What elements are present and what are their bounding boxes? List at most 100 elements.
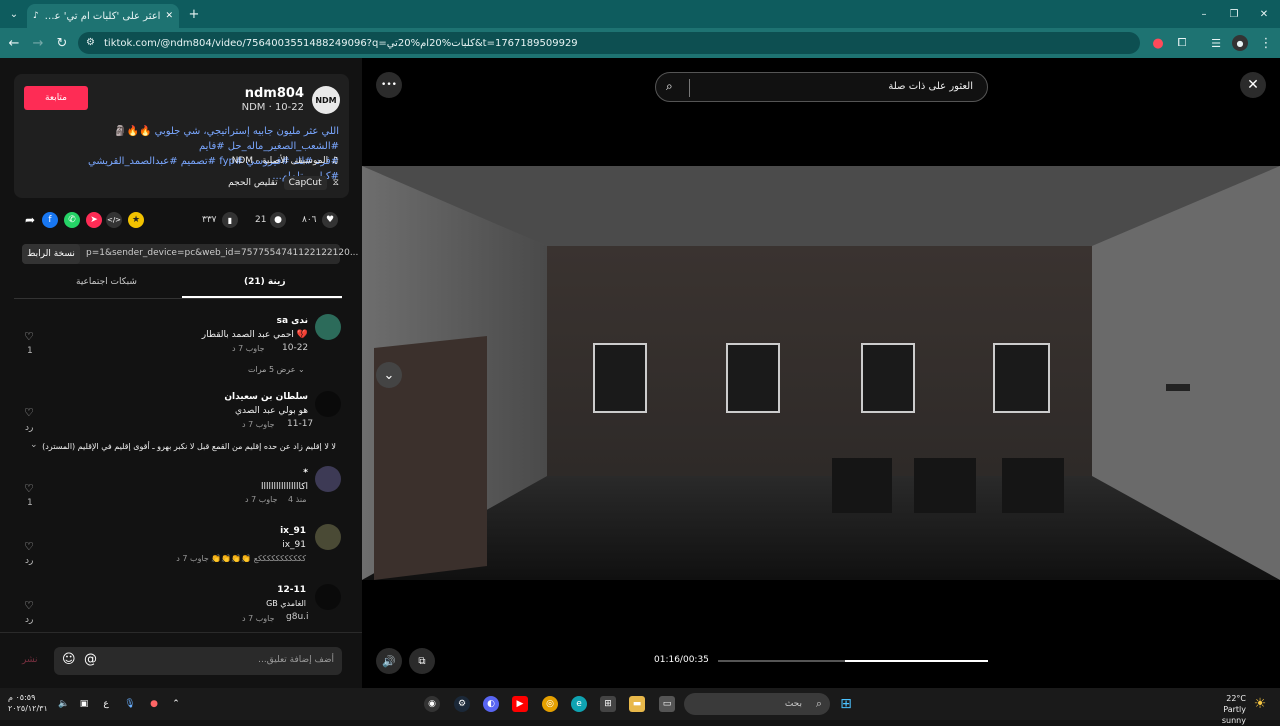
windows-start-icon[interactable]: ⊞ <box>838 696 854 712</box>
copy-link-button[interactable]: نسخة الرابط <box>22 244 80 264</box>
chrome-menu-icon[interactable]: ⋮ <box>1258 35 1274 51</box>
reading-list-icon[interactable]: ☰ <box>1208 35 1224 51</box>
microphone-icon[interactable]: 🎙 <box>122 696 138 712</box>
favorite-star-icon[interactable]: ★ <box>128 212 144 228</box>
task-view-icon[interactable]: ▭ <box>659 696 675 712</box>
comment-reply-label[interactable]: رد <box>25 615 33 625</box>
tab-comments[interactable]: زينة (21) <box>244 277 286 287</box>
store-icon[interactable]: ⊞ <box>600 696 616 712</box>
comment-author[interactable]: ندى sa <box>277 316 308 326</box>
like-heart-icon[interactable]: ♥ <box>322 212 338 228</box>
bookmark-icon[interactable]: ▮ <box>222 212 238 228</box>
youtube-icon[interactable]: ▶ <box>512 696 528 712</box>
comment-composer: نشر ☺ @ أضف إضافة تعليق... <box>0 632 362 688</box>
comment-avatar[interactable] <box>315 466 341 492</box>
tab-divider <box>14 298 342 299</box>
picture-in-picture-icon[interactable]: ⧉ <box>409 648 435 674</box>
obs-icon[interactable]: ◉ <box>424 696 440 712</box>
view-replies-button[interactable]: عرض 5 مرات ⌄ <box>248 365 305 374</box>
capcut-template[interactable]: ⧖ CapCut تقليص الحجم <box>228 176 339 190</box>
tab-search-icon[interactable]: ⌄ <box>6 6 22 22</box>
scroll-down-chevron-icon[interactable]: ⌄ <box>376 362 402 388</box>
chevron-down-icon[interactable]: ⌄ <box>30 440 38 450</box>
comment-meta[interactable]: جاوب 7 د <box>245 495 278 504</box>
address-bar[interactable]: ⚙ tiktok.com/@ndm804/video/7564003551488… <box>78 32 1140 54</box>
post-comment-button[interactable]: نشر <box>22 655 38 665</box>
comment-avatar[interactable] <box>315 314 341 340</box>
search-icon[interactable]: ⌕ <box>666 79 673 94</box>
facebook-icon[interactable]: f <box>42 212 58 228</box>
author-avatar[interactable]: NDM <box>312 86 340 114</box>
emoji-icon[interactable]: ☺ <box>62 652 76 667</box>
minimize-button[interactable]: – <box>1196 6 1212 22</box>
search-text: العثور على ذات صلة <box>888 81 973 92</box>
close-window-button[interactable]: ✕ <box>1256 6 1272 22</box>
comment-avatar[interactable] <box>315 524 341 550</box>
comment-avatar[interactable] <box>315 391 341 417</box>
tray-app-icon[interactable]: ● <box>146 696 162 712</box>
author-username[interactable]: ndm804 <box>245 86 304 101</box>
comment-meta[interactable]: جاوب 7 د <box>242 614 275 623</box>
extensions-puzzle-icon[interactable]: ⧠ <box>1174 35 1190 51</box>
forward-icon[interactable]: → <box>30 35 46 51</box>
share-arrow-icon[interactable]: ➦ <box>22 212 38 228</box>
tab-creator-videos[interactable]: شبكات اجتماعية <box>76 277 137 287</box>
extension-red-icon[interactable]: ● <box>1150 35 1166 51</box>
comment-date: منذ 4 <box>288 495 307 504</box>
edge-icon[interactable]: e <box>571 696 587 712</box>
browser-tab[interactable]: ✕ اعثر على 'كلبات ام تي' على ♪ <box>27 4 179 28</box>
comment-like-icon[interactable]: ♡ <box>24 330 34 343</box>
comment-icon[interactable]: ● <box>270 212 286 228</box>
chrome-icon[interactable]: ◎ <box>542 696 558 712</box>
discord-icon[interactable]: ◐ <box>483 696 499 712</box>
back-icon[interactable]: ← <box>6 35 22 51</box>
file-explorer-icon[interactable]: ▬ <box>629 696 645 712</box>
clock[interactable]: ٠٥:٥٩ م ٢٠٢٥/١٢/٣١ <box>8 692 48 714</box>
comment-reply-label[interactable]: رد <box>25 556 33 566</box>
comment-like-icon[interactable]: ♡ <box>24 406 34 419</box>
weather-text: Partly sunny <box>1221 705 1246 725</box>
whatsapp-icon[interactable]: ✆ <box>64 212 80 228</box>
new-tab-button[interactable]: + <box>186 6 202 22</box>
comment-like-icon[interactable]: ♡ <box>24 540 34 553</box>
comment-like-icon[interactable]: ♡ <box>24 599 34 612</box>
comment-reply-label[interactable]: رد <box>25 423 33 433</box>
post-description: اللي عثر مليون جابيه إستراتيجي، شي جلوبي… <box>19 124 339 184</box>
comment-meta[interactable]: كككككككككككع 👏👏👏👏 جاوب 7 د <box>176 554 306 563</box>
taskbar-search[interactable]: ⌕ بحث <box>684 693 830 715</box>
description-line-1[interactable]: اللي عثر مليون جابيه إستراتيجي، شي جلوبي… <box>19 124 339 154</box>
tray-expand-icon[interactable]: ⌃ <box>168 696 184 712</box>
comment-author[interactable]: * <box>303 468 308 478</box>
comment-like-icon[interactable]: ♡ <box>24 482 34 495</box>
telegram-icon[interactable]: ➤ <box>86 212 102 228</box>
comment-meta[interactable]: جاوب 7 د <box>232 344 265 353</box>
steam-icon[interactable]: ⚙ <box>454 696 470 712</box>
related-search-input[interactable]: ⌕ العثور على ذات صلة <box>655 72 988 102</box>
more-options-button[interactable]: ••• <box>376 72 402 98</box>
language-indicator[interactable]: ع <box>98 696 114 712</box>
speaker-icon[interactable]: 🔈 <box>56 696 72 712</box>
mention-icon[interactable]: @ <box>84 652 97 667</box>
comment-avatar[interactable] <box>315 584 341 610</box>
comment-input[interactable]: ☺ @ أضف إضافة تعليق... <box>54 647 342 675</box>
weather-widget[interactable]: 22°C Partly sunny <box>1200 693 1246 726</box>
follow-button[interactable]: متابعة <box>24 86 88 110</box>
profile-avatar[interactable]: ● <box>1232 35 1248 51</box>
close-video-button[interactable]: ✕ <box>1240 72 1266 98</box>
video-player[interactable]: ••• ⌕ العثور على ذات صلة ✕ ⌄ 🔊 ⧉ 01:16/0… <box>362 58 1280 688</box>
embed-icon[interactable]: </> <box>106 212 122 228</box>
site-info-icon[interactable]: ⚙ <box>86 37 95 48</box>
comment-author[interactable]: 12-11 <box>277 585 306 595</box>
music-link[interactable]: ♫ الموسيقى الأصلية - NDM <box>232 156 339 166</box>
comment-meta[interactable]: جاوب 7 د <box>242 420 275 429</box>
comment-author[interactable]: سلطان بن سعيدان <box>224 392 308 402</box>
network-icon[interactable]: ▣ <box>76 696 92 712</box>
restore-button[interactable]: ❐ <box>1226 6 1242 22</box>
tab-close-icon[interactable]: ✕ <box>165 11 173 21</box>
reload-icon[interactable]: ↻ <box>54 35 70 51</box>
comment-like-count: 1 <box>27 498 33 508</box>
copy-link-box: نسخة الرابط p=1&sender_device=pc&web_id=… <box>22 244 358 264</box>
comment-author[interactable]: ix_91 <box>280 526 306 536</box>
share-link-text[interactable]: p=1&sender_device=pc&web_id=757755474112… <box>86 248 358 258</box>
volume-icon[interactable]: 🔊 <box>376 648 402 674</box>
